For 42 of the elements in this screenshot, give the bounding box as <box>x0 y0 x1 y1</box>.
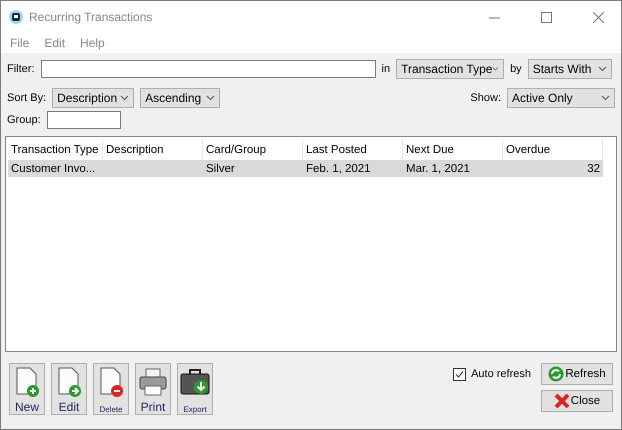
toolbar-button[interactable]: Print <box>135 363 171 415</box>
in-label: in <box>382 63 390 75</box>
menu-item[interactable]: File <box>10 36 30 50</box>
toolbar-button[interactable]: Delete <box>93 363 129 415</box>
caret-icon <box>206 95 216 101</box>
toolbar-button[interactable]: Export <box>177 363 213 415</box>
caret-icon <box>120 95 130 101</box>
toolbar-button[interactable]: New <box>9 363 45 415</box>
menu-item[interactable]: Help <box>80 36 105 50</box>
close-icon <box>592 12 604 22</box>
filter-column-dropdown[interactable]: Transaction Type <box>396 59 504 79</box>
app-logo-icon <box>9 10 23 24</box>
by-label: by <box>510 63 522 75</box>
auto-refresh-label: Auto refresh <box>471 368 531 380</box>
toolbar-button[interactable]: Edit <box>51 363 87 415</box>
show-label: Show: <box>470 92 501 104</box>
refresh-icon <box>548 366 564 382</box>
caret-icon <box>598 66 607 72</box>
table-cell: Customer Invo... <box>8 160 103 177</box>
table-cell: Feb. 1, 2021 <box>303 160 403 177</box>
group-field[interactable] <box>46 111 121 129</box>
caret-icon <box>492 66 500 72</box>
close-dialog-button[interactable]: Close <box>541 390 613 412</box>
maximize-icon <box>540 12 552 22</box>
caret-icon <box>601 95 610 101</box>
window-title: Recurring Transactions <box>29 10 154 24</box>
filter-match-dropdown[interactable]: Starts With <box>528 59 612 79</box>
sort-label: Sort By: <box>7 92 46 104</box>
group-label: Group: <box>7 114 41 126</box>
show-dropdown[interactable]: Active Only <box>507 88 615 108</box>
filter-field[interactable] <box>40 60 376 78</box>
sort-field-dropdown[interactable]: Description <box>52 88 134 108</box>
sort-order-dropdown[interactable]: Ascending <box>140 88 220 108</box>
printer-icon <box>137 366 169 398</box>
filter-label: Filter: <box>7 63 34 75</box>
menu-item[interactable]: Edit <box>44 36 66 50</box>
auto-refresh-checkbox[interactable] <box>453 368 466 380</box>
table-cell: Silver <box>203 160 303 177</box>
table-cell: 32 <box>503 160 603 177</box>
close-icon <box>554 393 570 409</box>
table-cell: Mar. 1, 2021 <box>403 160 503 177</box>
refresh-button[interactable]: Refresh <box>541 363 613 385</box>
